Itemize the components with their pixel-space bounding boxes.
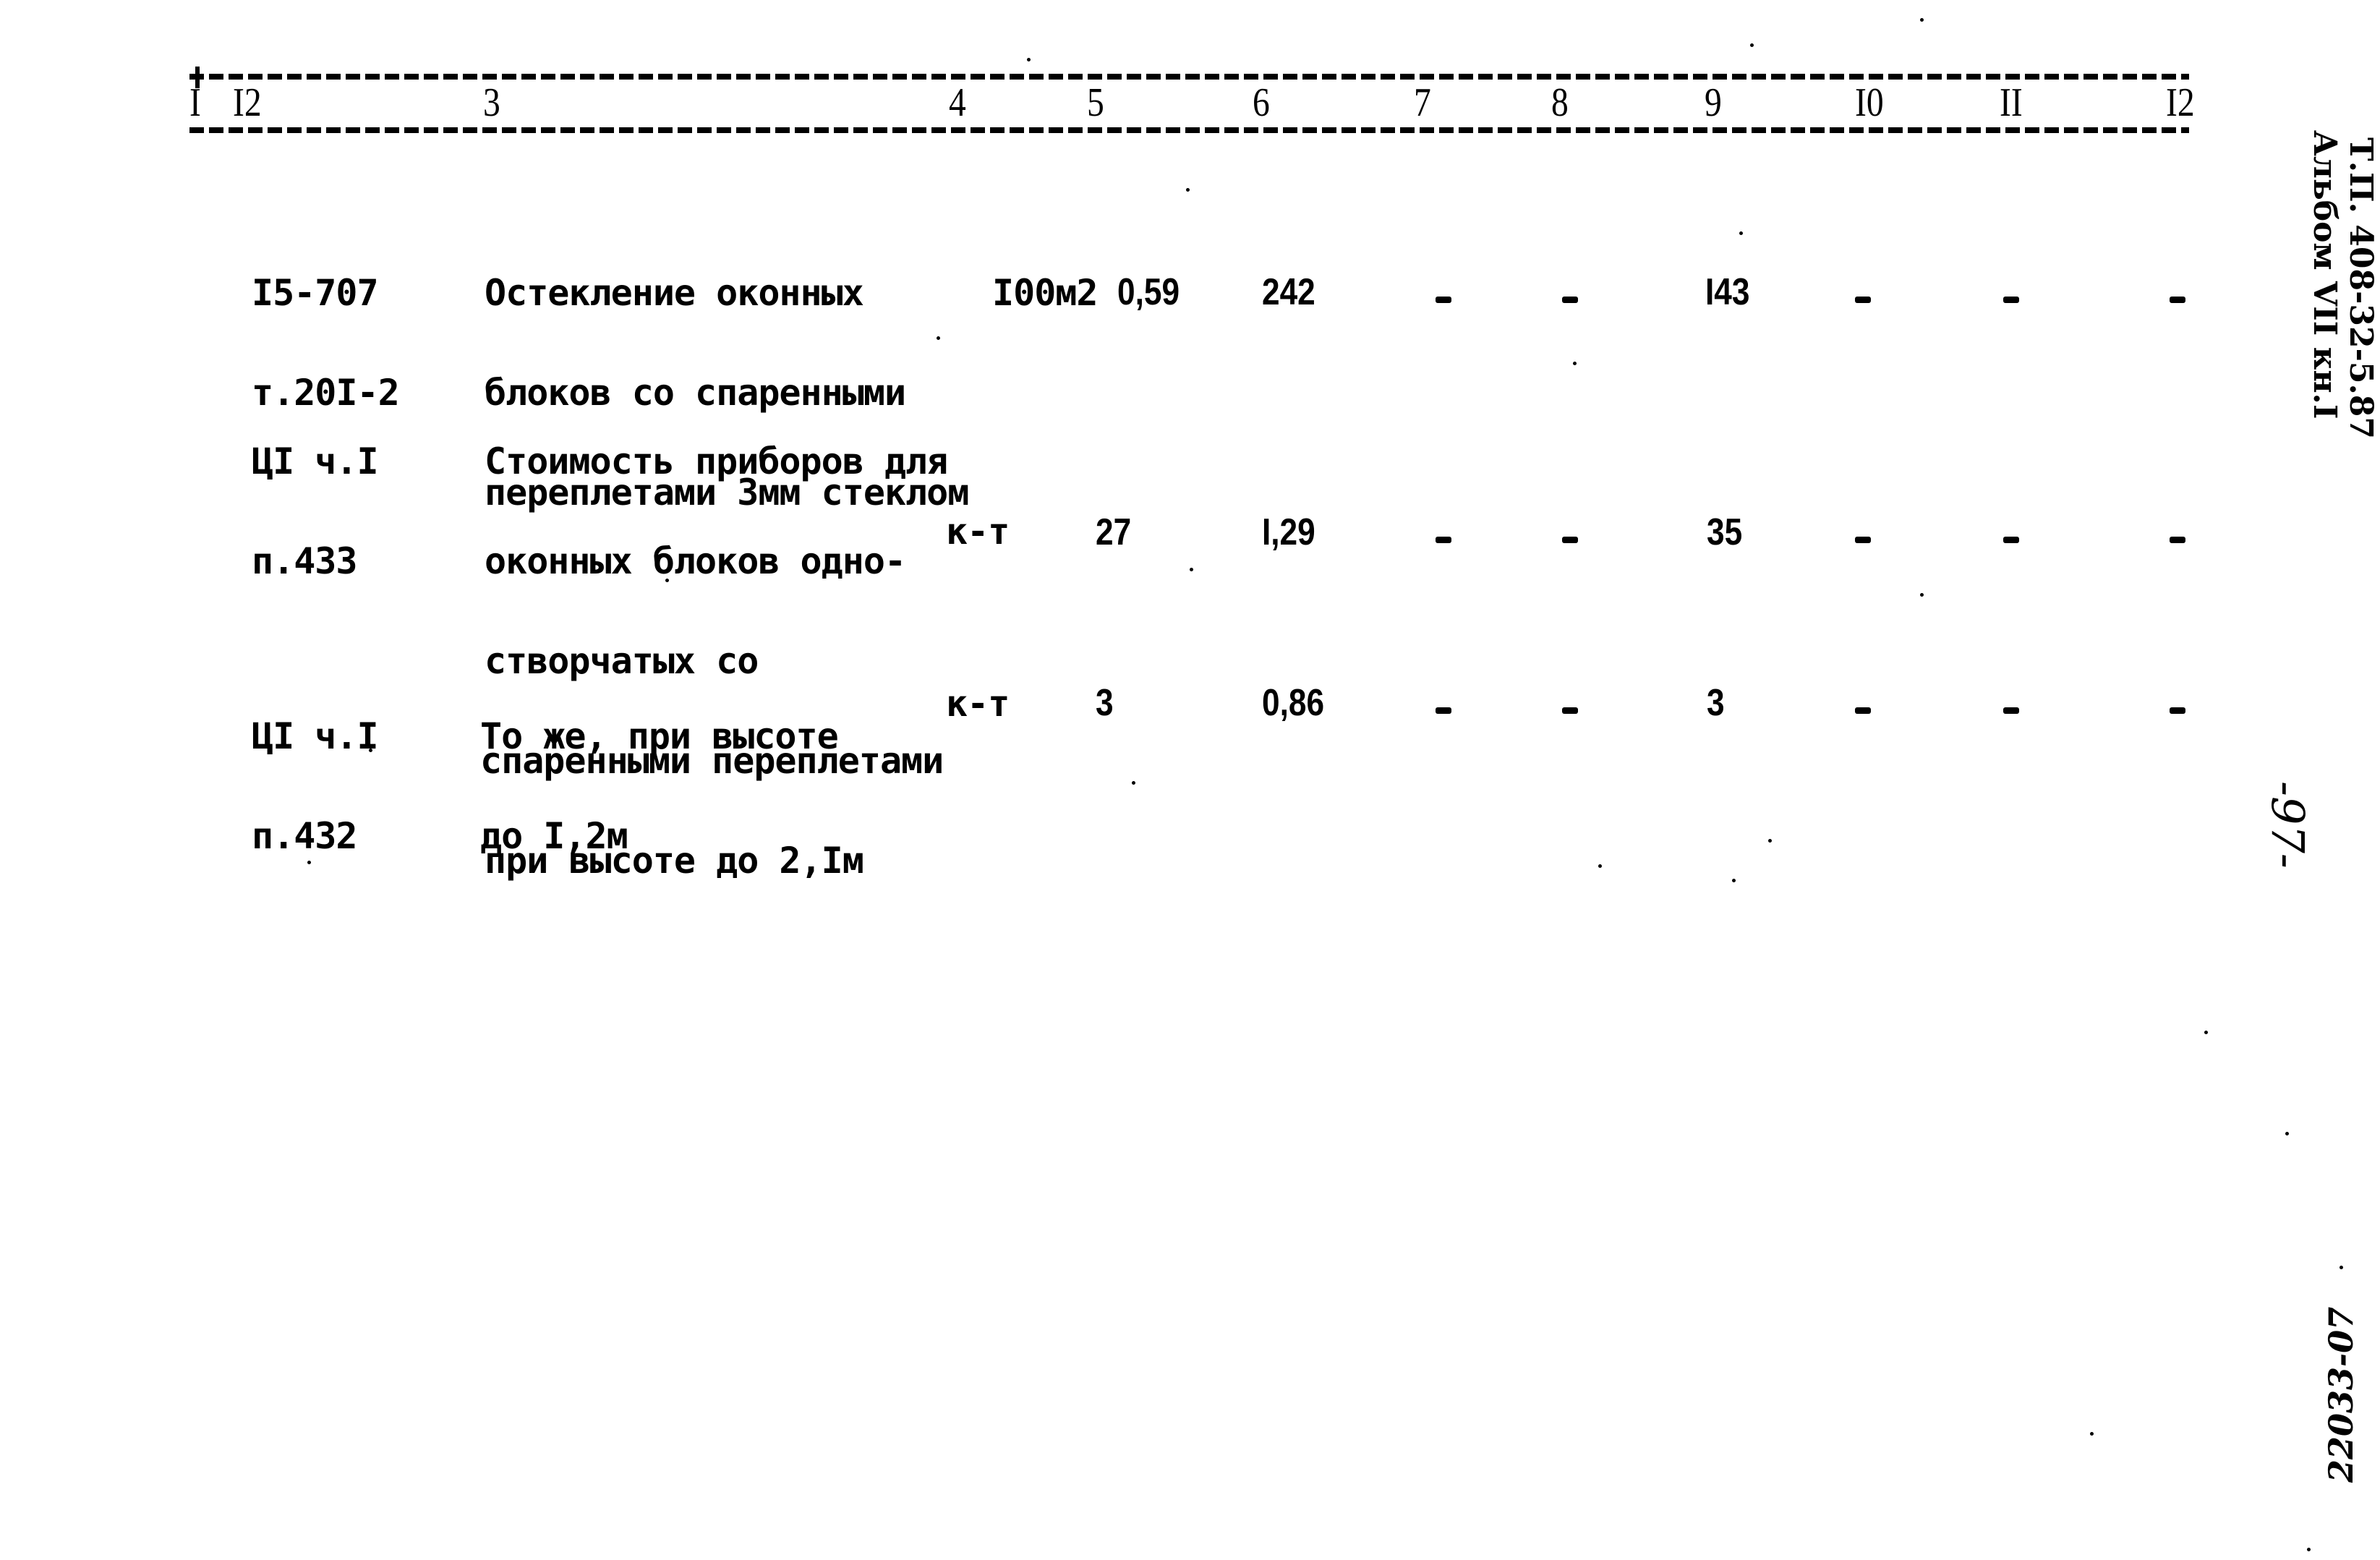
- row-quantity: 27: [1096, 511, 1132, 553]
- column-header-7: 7: [1414, 80, 1431, 125]
- column-header-12: I2: [2166, 80, 2195, 125]
- row-quantity: 0,59: [1117, 271, 1180, 313]
- row-col6: I,29: [1262, 511, 1315, 553]
- code-line: ЦI ч.I: [252, 440, 379, 482]
- row-col6: 242: [1262, 271, 1315, 313]
- column-header-3: 3: [483, 80, 500, 125]
- row-col10-dash: [1855, 707, 1871, 714]
- header-top-rule: [189, 74, 2189, 80]
- row-col12-dash: [2170, 537, 2185, 543]
- row-col12-dash: [2170, 297, 2185, 303]
- row-col8-dash: [1562, 537, 1578, 543]
- scan-speck: [2204, 1031, 2208, 1034]
- scan-speck: [1190, 568, 1193, 571]
- album-stamp: Альбом VII кн.I: [2306, 130, 2343, 419]
- scan-speck: [1027, 58, 1031, 61]
- code-line: I5-707: [252, 272, 379, 314]
- column-header-2: I2: [233, 80, 262, 125]
- row-col8-dash: [1562, 297, 1578, 303]
- description-line: оконных блоков одно-: [485, 540, 906, 582]
- row-col7-dash: [1436, 297, 1451, 303]
- scan-speck: [1739, 231, 1743, 235]
- scan-speck: [1920, 18, 1924, 22]
- row-col11-dash: [2003, 297, 2019, 303]
- row-col7-dash: [1436, 707, 1451, 714]
- row-col10-dash: [1855, 297, 1871, 303]
- description-line: То же, при высоте: [480, 715, 839, 757]
- column-header-9: 9: [1705, 80, 1722, 125]
- code-line: ЦI ч.I: [252, 715, 379, 757]
- column-header-8: 8: [1551, 80, 1569, 125]
- row-quantity: 3: [1096, 682, 1114, 724]
- row-unit: к-т: [946, 683, 1010, 725]
- column-header-10: I0: [1855, 80, 1884, 125]
- scan-speck: [2090, 1432, 2094, 1436]
- row-col12-dash: [2170, 707, 2185, 714]
- archive-number: 22033-07: [2321, 1306, 2360, 1483]
- scan-speck: [1132, 781, 1135, 785]
- row-col11-dash: [2003, 537, 2019, 543]
- scan-speck: [2307, 1548, 2311, 1551]
- scan-speck: [369, 749, 372, 752]
- row-unit: к-т: [946, 511, 1010, 553]
- scan-speck: [1768, 839, 1772, 843]
- code-line: п.433: [252, 540, 358, 582]
- row-col7-dash: [1436, 537, 1451, 543]
- scan-speck: [665, 579, 669, 582]
- row-col8-dash: [1562, 707, 1578, 714]
- page-number: -97-: [2261, 781, 2314, 869]
- scan-speck: [1920, 593, 1924, 597]
- scan-speck: [1732, 879, 1736, 882]
- row-col10-dash: [1855, 537, 1871, 543]
- scan-speck: [2340, 1266, 2343, 1269]
- row-code: ЦI ч.I п.432: [252, 653, 379, 919]
- scan-speck: [1573, 362, 1577, 365]
- project-code-stamp: Т.П. 408-32-5.87: [2342, 137, 2379, 440]
- code-line: п.432: [252, 815, 358, 857]
- scan-speck: [2285, 1132, 2289, 1135]
- description-line: Остекление оконных: [485, 272, 864, 314]
- row-code: ЦI ч.I п.433: [252, 378, 379, 644]
- scan-speck: [1186, 188, 1190, 192]
- row-col11-dash: [2003, 707, 2019, 714]
- column-header-5: 5: [1087, 80, 1104, 125]
- header-bottom-rule: [189, 127, 2189, 133]
- row-col6: 0,86: [1262, 682, 1325, 724]
- column-header-4: 4: [949, 80, 966, 125]
- row-col9: 3: [1707, 682, 1725, 724]
- row-unit: I00м2: [992, 272, 1099, 314]
- description-line: Стоимость приборов для: [485, 440, 948, 482]
- scan-speck: [937, 336, 940, 340]
- scan-speck: [1598, 864, 1602, 868]
- row-col9: 35: [1707, 511, 1743, 553]
- scan-speck: [307, 861, 311, 864]
- row-col9: I43: [1705, 271, 1750, 313]
- column-header-1: I: [189, 80, 201, 125]
- description-line: до I,2м: [480, 815, 628, 857]
- column-header-11: II: [2000, 80, 2023, 125]
- column-header-6: 6: [1253, 80, 1270, 125]
- row-description: То же, при высоте до I,2м: [480, 653, 839, 919]
- scan-speck: [1750, 43, 1754, 47]
